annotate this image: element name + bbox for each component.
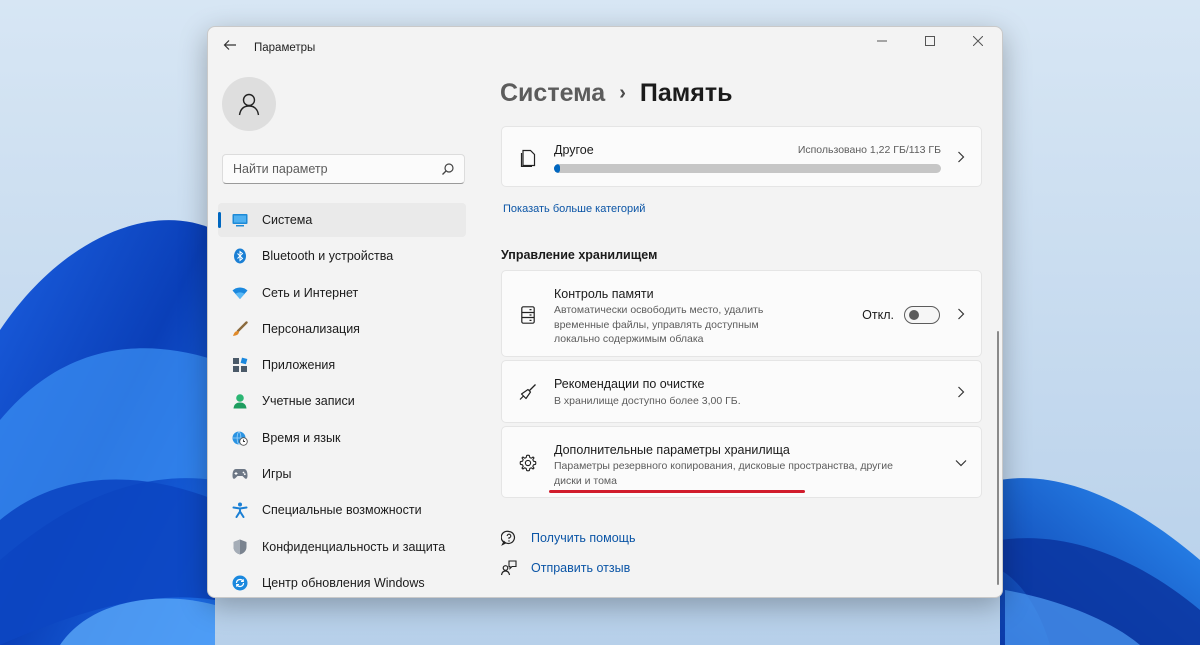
get-help-label: Получить помощь: [531, 531, 636, 545]
globe-clock-icon: [232, 430, 248, 446]
usage-text: Использовано 1,22 ГБ/113 ГБ: [797, 144, 941, 156]
sidebar-item-label: Приложения: [262, 358, 336, 373]
sidebar-item-apps[interactable]: Приложения: [218, 348, 466, 382]
chevron-down-icon: [955, 457, 967, 469]
chevron-right-icon: [955, 308, 967, 320]
storage-sense-toggle-label: Откл.: [862, 308, 894, 322]
storage-drive-icon: [518, 305, 538, 325]
sidebar-item-label: Время и язык: [262, 430, 341, 445]
user-avatar[interactable]: [222, 77, 276, 131]
send-feedback-link[interactable]: Отправить отзыв: [501, 560, 630, 576]
sidebar-item-label: Сеть и Интернет: [262, 285, 359, 300]
search-box[interactable]: [222, 154, 465, 184]
chevron-right-icon: [955, 151, 967, 163]
usage-progress-fill: [554, 164, 560, 173]
gamepad-icon: [232, 466, 248, 482]
person-icon: [238, 93, 260, 116]
maximize-icon: [925, 36, 935, 46]
sidebar-item-label: Система: [262, 213, 313, 227]
storage-sense-description: Автоматически освободить место, удалить …: [554, 304, 764, 345]
storage-sense-toggle[interactable]: [904, 306, 940, 324]
advanced-storage-description: Параметры резервного копирования, дисков…: [554, 460, 893, 487]
page-title: Память: [639, 79, 733, 107]
sidebar-item-windows-update[interactable]: Центр обновления Windows: [218, 566, 466, 597]
minimize-icon: [877, 40, 887, 42]
chevron-right-icon: [955, 386, 967, 398]
maximize-button[interactable]: [906, 27, 954, 55]
account-icon: [232, 393, 248, 409]
sidebar-item-system[interactable]: Система: [218, 203, 466, 237]
sidebar-item-time-language[interactable]: Время и язык: [218, 421, 466, 455]
accessibility-icon: [232, 502, 248, 519]
breadcrumb-separator: ›: [619, 82, 626, 104]
storage-sense-title: Контроль памяти: [554, 287, 654, 301]
minimize-button[interactable]: [858, 27, 906, 55]
settings-window: Параметры Найти параметр Система Bluetoo…: [207, 26, 1003, 598]
search-icon[interactable]: [441, 162, 455, 176]
advanced-storage-title: Дополнительные параметры хранилища: [554, 443, 790, 457]
send-feedback-label: Отправить отзыв: [531, 561, 631, 575]
shield-icon: [232, 539, 248, 555]
sidebar-item-label: Центр обновления Windows: [262, 575, 425, 590]
sidebar-item-label: Специальные возможности: [262, 503, 422, 518]
sidebar-item-gaming[interactable]: Игры: [218, 457, 466, 491]
bluetooth-icon: [232, 248, 248, 264]
cleanup-recommendations-card[interactable]: Рекомендации по очистке В хранилище дост…: [501, 360, 982, 423]
advanced-storage-settings-card[interactable]: Дополнительные параметры хранилища Парам…: [501, 426, 982, 498]
search-input[interactable]: [223, 155, 433, 183]
sidebar-item-accounts[interactable]: Учетные записи: [218, 384, 466, 418]
sidebar-item-label: Персонализация: [262, 321, 360, 336]
breadcrumb-parent[interactable]: Система: [500, 79, 605, 108]
gear-icon: [518, 453, 538, 473]
show-more-categories-link[interactable]: Показать больше категорий: [503, 203, 645, 215]
sidebar-item-network[interactable]: Сеть и Интернет: [218, 276, 466, 310]
get-help-link[interactable]: Получить помощь: [501, 530, 635, 546]
update-icon: [232, 575, 248, 591]
sidebar-item-label: Учетные записи: [262, 394, 355, 409]
sidebar-item-label: Игры: [262, 467, 292, 482]
document-icon: [518, 148, 538, 168]
arrow-left-icon: [223, 40, 236, 50]
help-chat-icon: [501, 530, 517, 546]
scrollbar[interactable]: [997, 331, 999, 585]
highlight-underline: [549, 490, 805, 493]
cleanup-description: В хранилище доступно более 3,00 ГБ.: [554, 395, 741, 407]
toggle-knob: [909, 310, 919, 320]
sidebar-item-privacy[interactable]: Конфиденциальность и защита: [218, 530, 466, 564]
system-icon: [232, 212, 248, 228]
window-controls: [858, 27, 1002, 59]
breadcrumb: Система › Память: [500, 79, 732, 108]
close-icon: [973, 36, 983, 46]
broom-icon: [518, 382, 538, 402]
title-bar: Параметры: [208, 27, 1002, 67]
close-button[interactable]: [954, 27, 1002, 55]
brush-icon: [232, 321, 248, 337]
apps-icon: [232, 357, 248, 373]
sidebar-item-personalization[interactable]: Персонализация: [218, 312, 466, 346]
other-storage-title: Другое: [554, 143, 594, 157]
cleanup-title: Рекомендации по очистке: [554, 377, 705, 391]
sidebar-item-accessibility[interactable]: Специальные возможности: [218, 493, 466, 527]
usage-progress-bar: [554, 164, 941, 173]
sidebar-nav: Система Bluetooth и устройства Сеть и Ин…: [218, 203, 466, 597]
back-button[interactable]: [220, 37, 240, 57]
other-storage-card[interactable]: Другое Использовано 1,22 ГБ/113 ГБ: [501, 126, 982, 187]
sidebar-item-bluetooth[interactable]: Bluetooth и устройства: [218, 239, 466, 273]
sidebar-item-label: Bluetooth и устройства: [262, 249, 394, 264]
sidebar-item-label: Конфиденциальность и защита: [262, 539, 446, 554]
storage-sense-card[interactable]: Контроль памяти Автоматически освободить…: [501, 270, 982, 357]
section-title-storage-management: Управление хранилищем: [501, 248, 658, 262]
feedback-icon: [501, 560, 517, 576]
app-title: Параметры: [254, 42, 316, 54]
wifi-icon: [232, 285, 248, 301]
